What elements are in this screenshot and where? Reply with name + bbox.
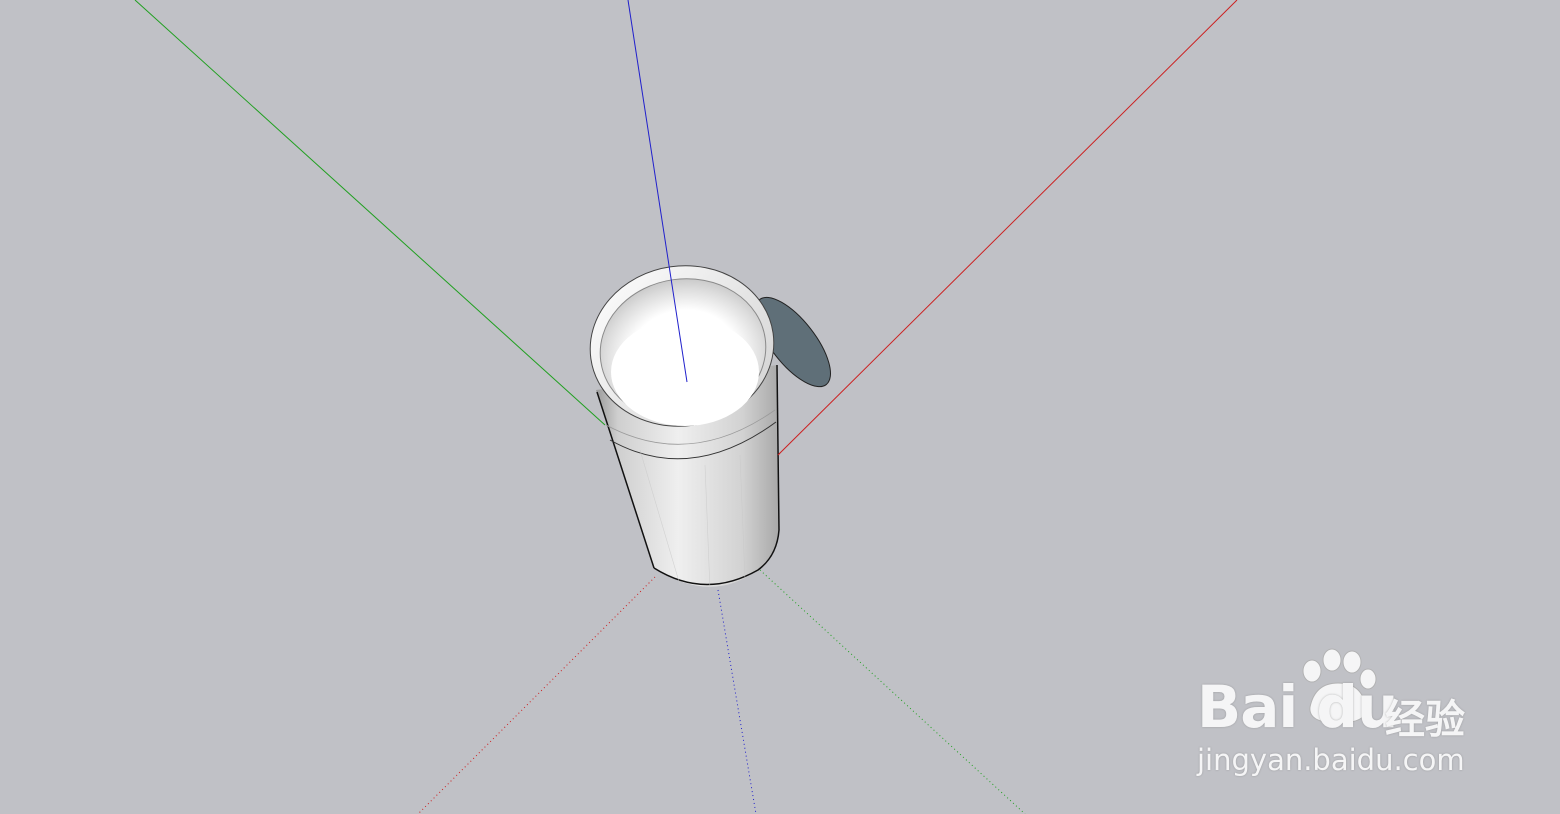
green-axis-line <box>134 0 606 426</box>
blue-axis-dotted-line <box>717 589 757 814</box>
baidu-jingyan-watermark: Bai du 经验 jingyan.baidu.com <box>1195 645 1485 785</box>
watermark-brand: Bai du <box>1197 673 1398 741</box>
3d-viewport[interactable]: Bai du 经验 jingyan.baidu.com <box>0 0 1560 814</box>
watermark-url: jingyan.baidu.com <box>1197 743 1465 777</box>
watermark-brand-cn: 经验 <box>1385 697 1465 743</box>
red-axis-dotted-line <box>417 576 656 814</box>
cylinder-cup[interactable] <box>580 254 784 591</box>
red-axis-line <box>777 0 1238 456</box>
green-axis-dotted-line <box>759 569 1026 814</box>
